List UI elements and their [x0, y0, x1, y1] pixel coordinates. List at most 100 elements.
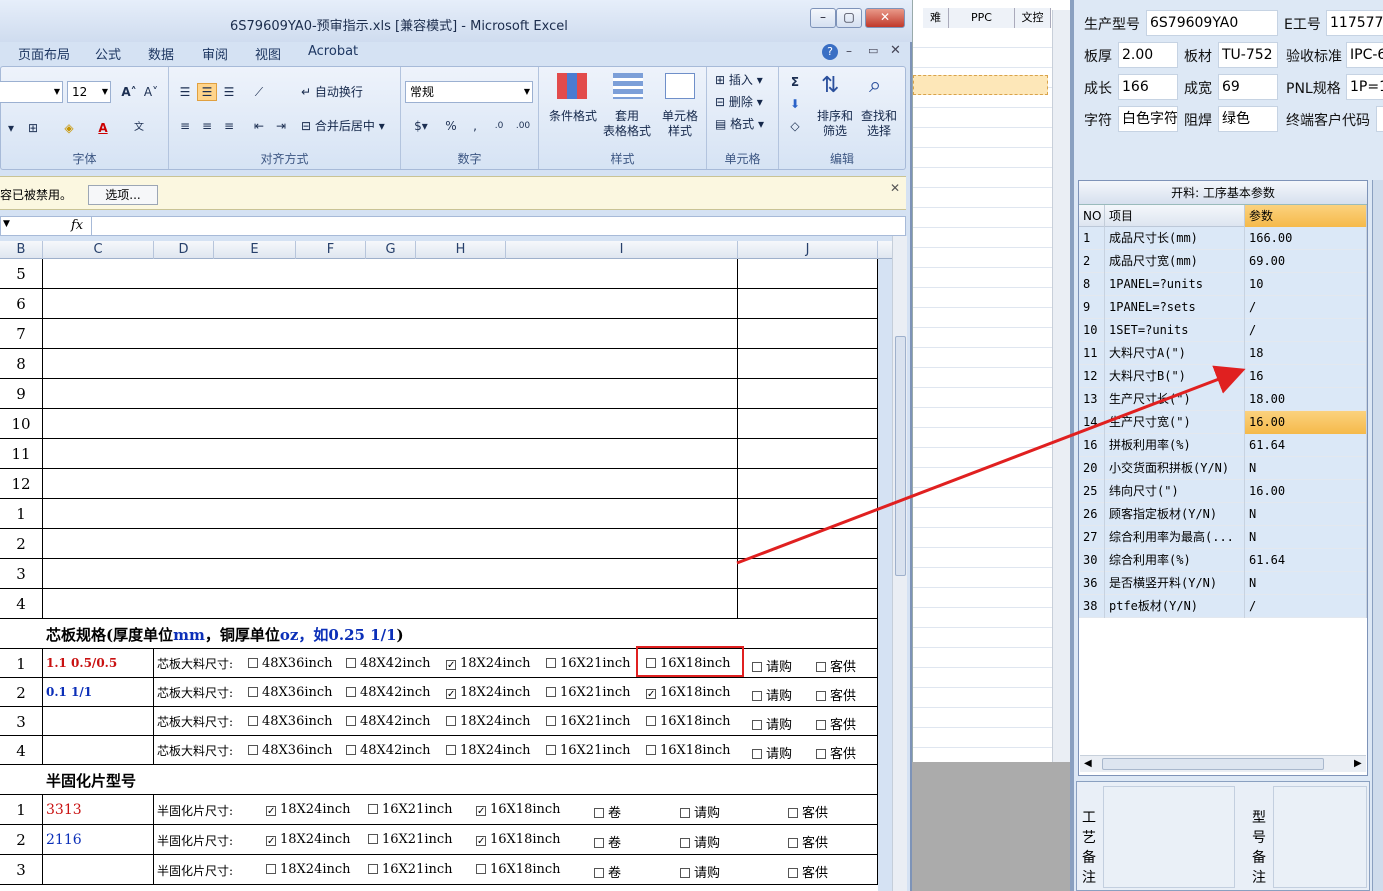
align-top-icon[interactable]: ☰: [175, 83, 195, 101]
param-no[interactable]: 8: [1079, 273, 1105, 296]
param-value[interactable]: /: [1245, 296, 1367, 319]
checkbox-option[interactable]: 卷: [594, 832, 621, 851]
autosum-icon[interactable]: Σ: [785, 73, 805, 91]
parameter-row[interactable]: 38 ptfe板材(Y/N) /: [1079, 595, 1367, 618]
param-no[interactable]: 10: [1079, 319, 1105, 342]
formula-input[interactable]: [91, 217, 891, 235]
checkbox-option[interactable]: 请购: [752, 656, 792, 675]
percent-icon[interactable]: %: [441, 117, 461, 135]
checkbox[interactable]: [546, 687, 556, 697]
table-row[interactable]: 2: [0, 529, 878, 559]
minimize-button[interactable]: –: [810, 8, 836, 28]
close-button[interactable]: ✕: [865, 8, 905, 28]
checkbox-option[interactable]: 客供: [788, 802, 828, 821]
scroll-thumb[interactable]: [895, 336, 906, 576]
column-header[interactable]: H: [416, 241, 506, 259]
param-item[interactable]: 大料尺寸B("): [1105, 365, 1245, 388]
column-header[interactable]: F: [296, 241, 366, 259]
fill-color-icon[interactable]: ◈: [59, 119, 79, 137]
checkbox[interactable]: ✓: [446, 689, 456, 700]
checkbox[interactable]: ✓: [446, 660, 456, 671]
increase-indent-icon[interactable]: ⇥: [271, 117, 291, 135]
font-size-box[interactable]: 12 ▼: [67, 81, 111, 103]
checkbox[interactable]: [816, 720, 826, 730]
checkbox[interactable]: [446, 745, 456, 755]
horizontal-scrollbar[interactable]: ◀ ▶: [1080, 755, 1366, 772]
table-row[interactable]: 3: [0, 559, 878, 589]
sort-filter-button[interactable]: 排序和 筛选: [813, 109, 857, 139]
checkbox-option[interactable]: 16X18inch: [646, 743, 731, 758]
checkbox-option[interactable]: 16X21inch: [546, 743, 631, 758]
checkbox-option[interactable]: 请购: [680, 802, 720, 821]
table-format-button[interactable]: 套用 表格格式: [597, 109, 657, 139]
scroll-left-icon[interactable]: ◀: [1084, 758, 1092, 769]
width-field[interactable]: 69: [1218, 74, 1278, 100]
checkbox[interactable]: [816, 691, 826, 701]
currency-icon[interactable]: $▾: [407, 117, 435, 135]
merge-center-button[interactable]: ⊟ 合并后居中 ▾: [301, 119, 385, 134]
checkbox-option[interactable]: 48X36inch: [248, 656, 333, 671]
checkbox[interactable]: [368, 834, 378, 844]
parameter-row[interactable]: 36 是否横竖开料(Y/N) N: [1079, 572, 1367, 595]
checkbox[interactable]: [546, 745, 556, 755]
checkbox[interactable]: [248, 745, 258, 755]
parameter-row[interactable]: 25 纬向尺寸(") 16.00: [1079, 480, 1367, 503]
param-no[interactable]: 12: [1079, 365, 1105, 388]
checkbox-option[interactable]: 客供: [816, 714, 856, 733]
param-value[interactable]: 16: [1245, 365, 1367, 388]
checkbox-option[interactable]: 16X21inch: [368, 862, 453, 877]
param-no[interactable]: 26: [1079, 503, 1105, 526]
param-value[interactable]: 18: [1245, 342, 1367, 365]
checkbox-option[interactable]: ✓ 18X24inch: [446, 685, 531, 700]
parameter-row[interactable]: 12 大料尺寸B(") 16: [1079, 365, 1367, 388]
ribbon-restore-icon[interactable]: ▭: [868, 44, 878, 57]
checkbox-option[interactable]: ✓ 18X24inch: [266, 802, 351, 817]
parameter-row[interactable]: 1 成品尺寸长(mm) 166.00: [1079, 227, 1367, 250]
checkbox[interactable]: [752, 691, 762, 701]
checkbox-option[interactable]: 48X42inch: [346, 714, 431, 729]
checkbox-option[interactable]: ✓ 18X24inch: [266, 832, 351, 847]
checkbox[interactable]: [346, 687, 356, 697]
checkbox-option[interactable]: 客供: [816, 656, 856, 675]
param-value[interactable]: 18.00: [1245, 388, 1367, 411]
ribbon-minimize-icon[interactable]: –: [846, 44, 852, 58]
param-no[interactable]: 2: [1079, 250, 1105, 273]
header-no[interactable]: NO: [1079, 205, 1105, 227]
end-customer-field[interactable]: [1376, 106, 1383, 132]
checkbox[interactable]: [816, 662, 826, 672]
param-item[interactable]: 综合利用率(%): [1105, 549, 1245, 572]
process-notes-field[interactable]: [1103, 786, 1235, 888]
checkbox[interactable]: ✓: [266, 806, 276, 817]
param-no[interactable]: 13: [1079, 388, 1105, 411]
checkbox[interactable]: [346, 716, 356, 726]
checkbox[interactable]: [346, 745, 356, 755]
checkbox[interactable]: [680, 808, 690, 818]
tab-review[interactable]: 审阅: [202, 44, 228, 63]
vertical-scrollbar[interactable]: [892, 236, 907, 891]
column-header[interactable]: D: [154, 241, 214, 259]
grow-font-icon[interactable]: A˄: [119, 83, 139, 101]
align-right-icon[interactable]: ≡: [219, 117, 239, 135]
param-no[interactable]: 38: [1079, 595, 1105, 618]
checkbox-option[interactable]: 16X18inch: [476, 862, 561, 877]
checkbox-option[interactable]: 请购: [680, 832, 720, 851]
checkbox-option[interactable]: 16X21inch: [546, 656, 631, 671]
checkbox-option[interactable]: 客供: [816, 743, 856, 762]
param-item[interactable]: 小交货面积拼板(Y/N): [1105, 457, 1245, 480]
checkbox[interactable]: [752, 749, 762, 759]
table-row[interactable]: 1 1.1 0.5/0.5 芯板大料尺寸: 48X36inch 48X42inch ✓ 18…: [0, 649, 878, 678]
checkbox[interactable]: [816, 749, 826, 759]
checkbox-option[interactable]: 客供: [788, 862, 828, 881]
table-row[interactable]: 3 芯板大料尺寸: 48X36inch 48X42inch 18X24inch 16X21…: [0, 707, 878, 736]
delete-button[interactable]: ⊟ 删除 ▾: [715, 95, 763, 110]
workbook-close-icon[interactable]: ✕: [890, 43, 901, 58]
table-row[interactable]: 4 芯板大料尺寸: 48X36inch 48X42inch 18X24inch 16X21…: [0, 736, 878, 765]
param-value[interactable]: 166.00: [1245, 227, 1367, 250]
checkbox[interactable]: [476, 864, 486, 874]
param-item[interactable]: 生产尺寸长("): [1105, 388, 1245, 411]
thickness-field[interactable]: 2.00: [1118, 42, 1178, 68]
decrease-indent-icon[interactable]: ⇤: [249, 117, 269, 135]
find-select-button[interactable]: 查找和 选择: [857, 109, 901, 139]
table-row[interactable]: 12: [0, 469, 878, 499]
table-row[interactable]: 2 2116 半固化片尺寸: ✓ 18X24inch 16X21inch ✓ 16X18inc…: [0, 825, 878, 855]
